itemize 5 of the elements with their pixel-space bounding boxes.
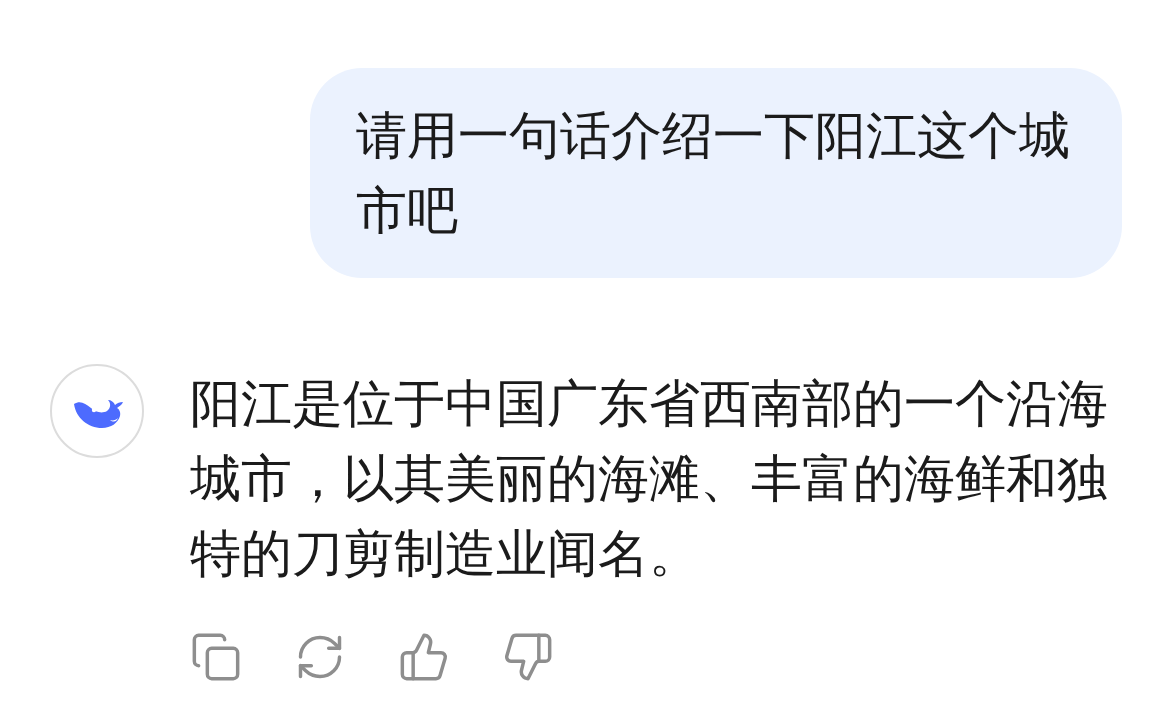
user-message: 请用一句话介绍一下阳江这个城市吧 <box>310 68 1122 278</box>
assistant-message: 阳江是位于中国广东省西南部的一个沿海城市，以其美丽的海滩、丰富的海鲜和独特的刀剪制造业闻名。 <box>190 373 1109 585</box>
copy-icon[interactable] <box>190 631 242 683</box>
thumbs-down-icon[interactable] <box>502 631 554 683</box>
thumbs-up-icon[interactable] <box>398 631 450 683</box>
